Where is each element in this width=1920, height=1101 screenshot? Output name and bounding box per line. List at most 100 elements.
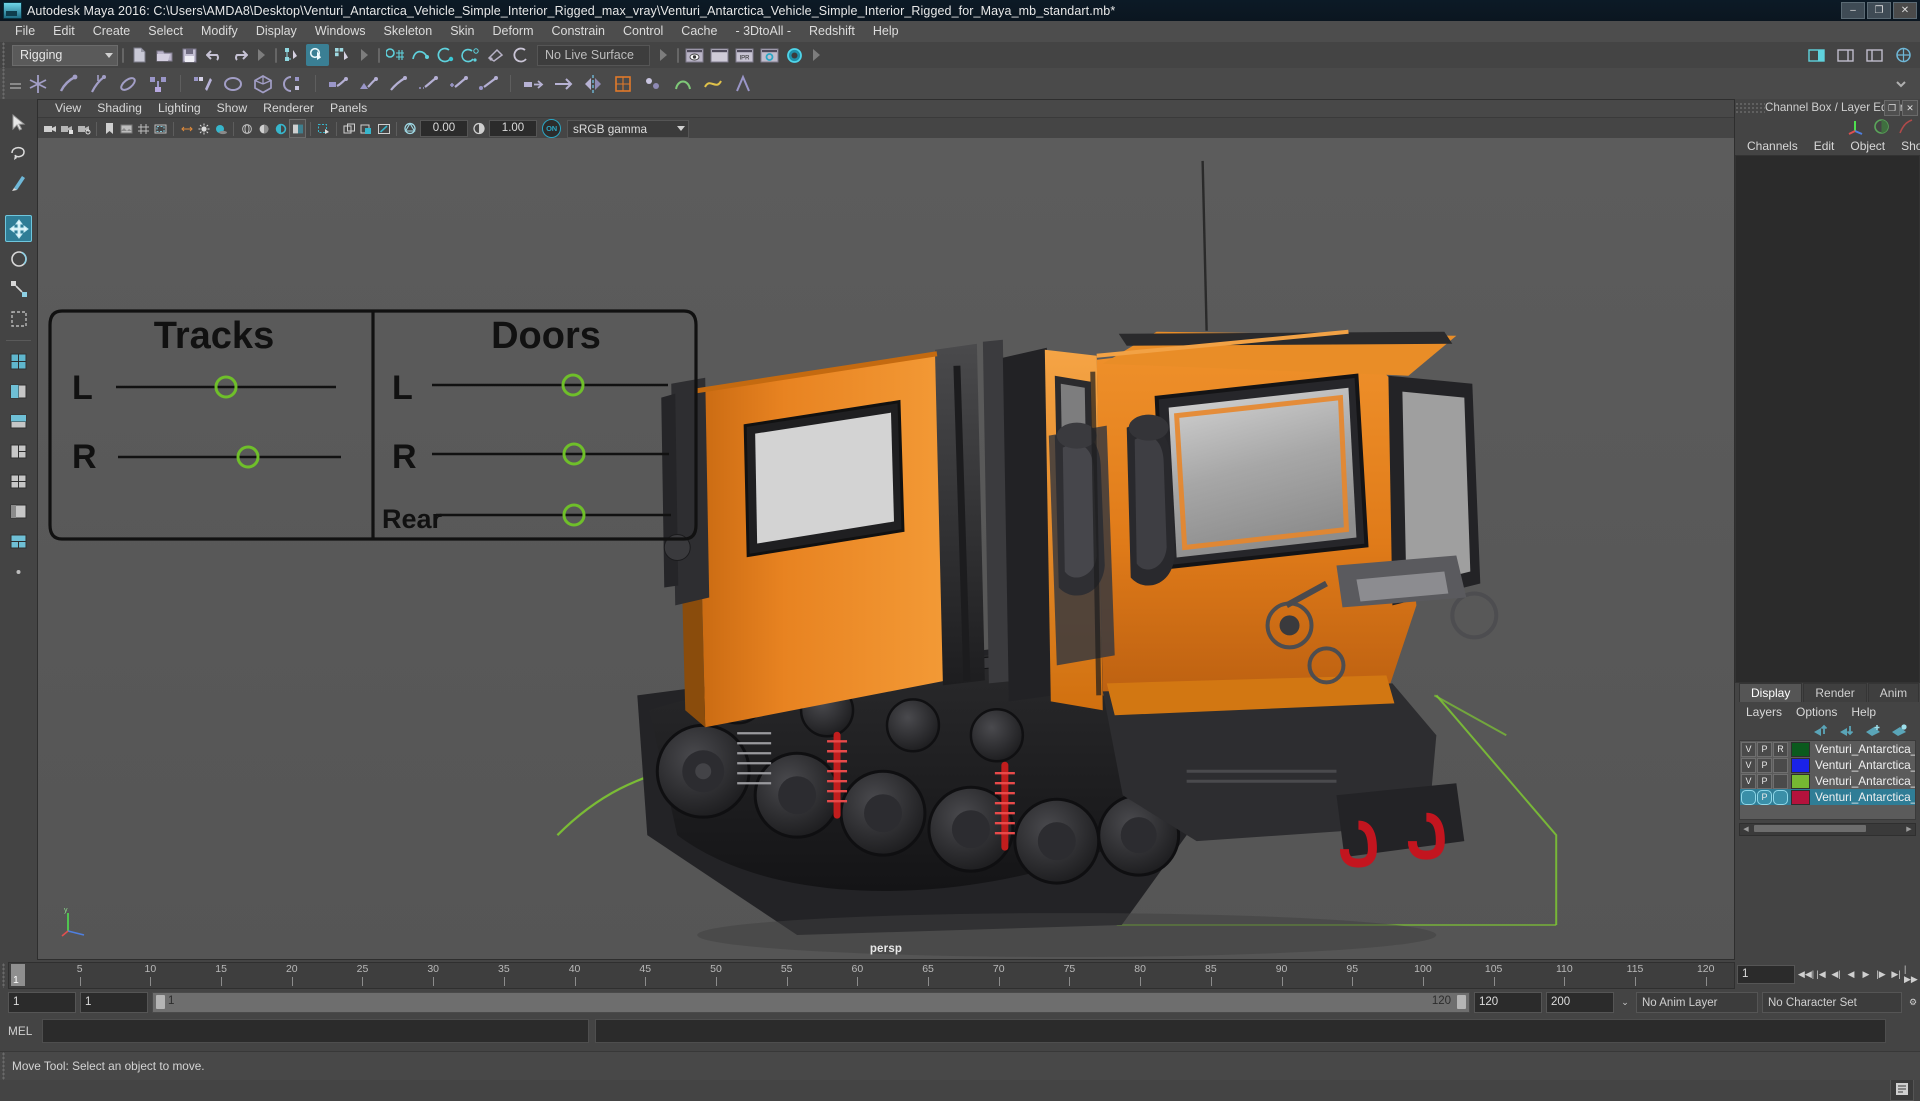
go-to-end-icon[interactable]: |▶▶ [1904,964,1918,984]
shelf-grip[interactable] [0,68,7,99]
layout-two-pane-stacked-icon[interactable] [5,408,32,435]
menu-item-skeleton[interactable]: Skeleton [375,21,442,42]
viewport-menu-show[interactable]: Show [209,100,256,117]
layer-reference-toggle[interactable] [1773,757,1788,773]
layout-three-pane-icon[interactable] [5,438,32,465]
menu-item-modify[interactable]: Modify [192,21,247,42]
layer-playback-toggle[interactable]: P [1757,741,1772,757]
menu-item-edit[interactable]: Edit [44,21,84,42]
camera-attributes-icon[interactable] [75,119,92,138]
film-gate-icon[interactable] [152,119,169,138]
menu-item-help[interactable]: Help [864,21,908,42]
rotate-tool-icon[interactable] [5,245,32,272]
sidebar-toggle-icon[interactable] [1805,44,1828,66]
layer-color-swatch[interactable] [1791,789,1810,805]
time-slider[interactable]: 1 5 10 15 20 25 30 35 40 45 50 55 60 65 70 75 80 85 90 95 1… [8,962,1735,989]
channelbox-menu-show[interactable]: Show [1893,139,1920,153]
use-default-material-icon[interactable] [315,119,332,138]
command-input-field[interactable] [42,1019,589,1043]
insert-joint-icon[interactable] [113,69,143,98]
menu-item-redshift[interactable]: Redshift [800,21,864,42]
snap-to-grid-icon[interactable] [384,44,407,66]
expand-arrow-icon[interactable] [258,49,265,61]
select-by-component-type-icon[interactable] [331,44,354,66]
close-button[interactable]: ✕ [1893,2,1917,19]
panel-restore-button[interactable]: ❐ [1884,100,1900,116]
ik-fk-blend-icon[interactable] [548,69,578,98]
render-current-frame-icon[interactable] [683,44,706,66]
new-scene-icon[interactable] [128,44,151,66]
range-end-field[interactable]: 120 [1474,992,1542,1013]
layer-visibility-toggle[interactable]: V [1741,741,1756,757]
layout-single-pane-icon[interactable] [5,348,32,375]
last-tool-used-icon[interactable] [5,305,32,332]
layer-row[interactable]: P Venturi_Antarctica_Veh [1740,789,1915,805]
move-layer-up-icon[interactable] [1813,724,1830,737]
toolbar-grip[interactable] [0,42,7,68]
viewport-menu-shading[interactable]: Shading [89,100,150,117]
exposure-value-field[interactable]: 0.00 [420,120,468,137]
set-driven-key-icon[interactable] [518,69,548,98]
lock-camera-icon[interactable] [58,119,75,138]
snap-to-view-plane-icon[interactable] [484,44,507,66]
wireframe-shading-icon[interactable] [238,119,255,138]
axis-marker-icon[interactable] [1846,117,1865,135]
layer-menu-options[interactable]: Options [1789,705,1844,719]
snap-to-projected-center-icon[interactable] [459,44,482,66]
layer-row[interactable]: VP Venturi_Antarctica_Vehicle_Si [1740,773,1915,789]
layer-color-swatch[interactable] [1791,741,1810,757]
create-ik-spline-handle-icon[interactable] [83,69,113,98]
layer-playback-toggle[interactable]: P [1757,789,1772,805]
menu-item-file[interactable]: File [6,21,44,42]
layer-row[interactable]: VP Venturi_Antarctica_Vehicle_Si [1740,757,1915,773]
viewport-menu-lighting[interactable]: Lighting [150,100,209,117]
step-forward-key-icon[interactable]: ▶| [1889,966,1903,983]
open-scene-icon[interactable] [153,44,176,66]
menu-item-deform[interactable]: Deform [484,21,543,42]
minimize-button[interactable]: – [1841,2,1865,19]
layout-outliner-persp-icon[interactable] [5,498,32,525]
viewport-3d-canvas[interactable]: Tracks L R Doors L R Rear y persp [38,138,1734,959]
character-set-selector[interactable]: No Character Set [1762,992,1902,1013]
shelf-overflow-icon[interactable] [1886,69,1916,98]
layer-menu-help[interactable]: Help [1844,705,1883,719]
scrollbar-thumb[interactable] [1754,825,1866,832]
ipr-render-icon[interactable]: IPR [733,44,756,66]
go-to-start-icon[interactable]: ◀◀| [1798,966,1814,983]
smooth-shade-all-icon[interactable] [255,119,272,138]
new-layer-from-selected-icon[interactable] [1891,724,1908,737]
textured-shading-icon[interactable] [289,119,306,138]
render-settings-icon[interactable] [758,44,781,66]
menu-item-windows[interactable]: Windows [306,21,375,42]
select-camera-icon[interactable] [41,119,58,138]
save-scene-icon[interactable] [178,44,201,66]
command-language-label[interactable]: MEL [8,1024,36,1038]
layer-visibility-toggle[interactable] [1741,789,1756,805]
script-editor-icon[interactable] [1890,1077,1914,1101]
viewport-menu-renderer[interactable]: Renderer [255,100,322,117]
layer-playback-toggle[interactable]: P [1757,773,1772,789]
layout-four-pane-icon[interactable] [5,468,32,495]
layout-two-pane-side-icon[interactable] [5,378,32,405]
menu-item-constrain[interactable]: Constrain [543,21,615,42]
channel-box-toggle-icon[interactable] [1892,44,1915,66]
maximize-button[interactable]: ❐ [1867,2,1891,19]
auto-key-icon[interactable]: ⌄ [1618,994,1632,1011]
menu-item-display[interactable]: Display [247,21,306,42]
wire-deformer-icon[interactable] [698,69,728,98]
layer-row[interactable]: VPR Venturi_Antarctica_Vehicle_Si [1740,741,1915,757]
expand-arrow-icon[interactable] [813,49,820,61]
hypershade-icon[interactable] [783,44,806,66]
deformer-lattice-icon[interactable] [608,69,638,98]
deformer-cluster-icon[interactable] [638,69,668,98]
xray-mode-icon[interactable] [341,119,358,138]
menu-item-select[interactable]: Select [139,21,192,42]
bookmark-icon[interactable] [101,119,118,138]
range-end-handle[interactable] [1457,995,1466,1009]
range-start-field[interactable]: 1 [8,992,76,1013]
undo-icon[interactable] [203,44,226,66]
channelbox-menu-object[interactable]: Object [1842,139,1893,153]
nonlinear-bend-icon[interactable] [728,69,758,98]
menu-item-skin[interactable]: Skin [441,21,483,42]
channelbox-menu-edit[interactable]: Edit [1806,139,1843,153]
